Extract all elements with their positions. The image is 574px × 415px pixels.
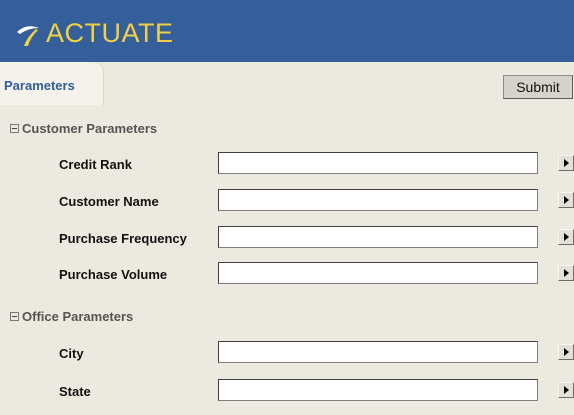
play-arrow-icon bbox=[564, 269, 569, 277]
purchase-frequency-input[interactable] bbox=[218, 226, 538, 248]
city-label: City bbox=[59, 346, 84, 361]
play-arrow-icon bbox=[564, 348, 569, 356]
section-title: Customer Parameters bbox=[22, 121, 158, 136]
city-select-button[interactable] bbox=[558, 344, 574, 360]
logo: ACTUATE bbox=[14, 18, 174, 48]
customer-name-select-button[interactable] bbox=[558, 192, 574, 208]
play-arrow-icon bbox=[564, 233, 569, 241]
tab-bar: Parameters bbox=[0, 62, 574, 105]
purchase-volume-input[interactable] bbox=[218, 262, 538, 284]
credit-rank-label: Credit Rank bbox=[59, 157, 132, 172]
purchase-frequency-label: Purchase Frequency bbox=[59, 231, 187, 246]
section-customer-parameters[interactable]: Customer Parameters bbox=[10, 121, 157, 136]
actuate-swoosh-icon bbox=[17, 26, 39, 46]
submit-button[interactable]: Submit bbox=[503, 75, 573, 99]
tab-parameters[interactable]: Parameters bbox=[0, 62, 103, 105]
city-input[interactable] bbox=[218, 341, 538, 363]
play-arrow-icon bbox=[564, 159, 569, 167]
app-header: ACTUATE bbox=[0, 0, 574, 62]
play-arrow-icon bbox=[564, 196, 569, 204]
credit-rank-input[interactable] bbox=[218, 152, 538, 174]
play-arrow-icon bbox=[564, 386, 569, 394]
section-office-parameters[interactable]: Office Parameters bbox=[10, 309, 133, 324]
credit-rank-select-button[interactable] bbox=[558, 155, 574, 171]
customer-name-label: Customer Name bbox=[59, 194, 159, 209]
state-label: State bbox=[59, 384, 91, 399]
collapse-icon[interactable] bbox=[10, 124, 19, 133]
collapse-icon[interactable] bbox=[10, 312, 19, 321]
purchase-volume-label: Purchase Volume bbox=[59, 267, 168, 282]
section-title: Office Parameters bbox=[22, 309, 134, 324]
customer-name-input[interactable] bbox=[218, 189, 538, 211]
tab-label: Parameters bbox=[4, 78, 75, 93]
state-select-button[interactable] bbox=[558, 382, 574, 398]
purchase-volume-select-button[interactable] bbox=[558, 265, 574, 281]
purchase-frequency-select-button[interactable] bbox=[558, 229, 574, 245]
state-input[interactable] bbox=[218, 379, 538, 401]
logo-text: ACTUATE bbox=[46, 18, 174, 48]
